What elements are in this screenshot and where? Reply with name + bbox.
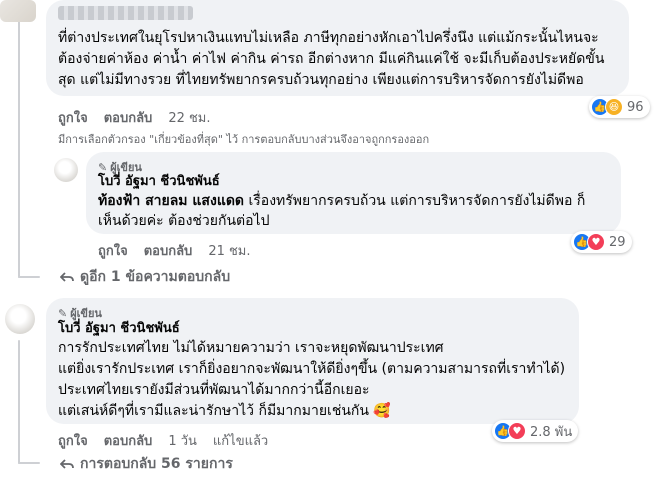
- comment-bubble: ที่ต่างประเทศในยุโรปหาเงินแทบไม่เหลือ ภา…: [46, 0, 629, 96]
- reply-button[interactable]: ตอบกลับ: [144, 240, 193, 261]
- smiling-face-with-hearts-emoji: 🥰: [373, 403, 391, 419]
- comment-text-line: แต่เสน่ห์ดีๆที่เรามีและน่ารักษาไว้ ก็มีม…: [58, 401, 391, 421]
- reply-text: เรื่องทรัพยากรครบถ้วน แต่การบริหารจัดการ…: [244, 193, 586, 209]
- thread-line: [18, 462, 40, 464]
- pencil-icon: ✎: [58, 306, 68, 320]
- view-all-replies-label: การตอบกลับ 56 รายการ: [80, 456, 233, 472]
- edited-label: แก้ไขแล้ว: [212, 434, 269, 449]
- reply-arrow-icon: [60, 459, 74, 469]
- view-all-replies-link[interactable]: การตอบกลับ 56 รายการ: [60, 453, 233, 475]
- like-button[interactable]: ถูกใจ: [58, 430, 88, 451]
- commenter-name-redacted[interactable]: [58, 6, 193, 20]
- heart-reaction-icon: ♥: [508, 422, 526, 440]
- timestamp[interactable]: 21 ชม.: [208, 240, 250, 261]
- reply-arrow-icon: [60, 272, 74, 282]
- reaction-summary[interactable]: 👍 ♥ 29: [571, 231, 632, 253]
- thread-line: [18, 340, 20, 464]
- comment-text-line: แต่ยิ่งเรารักประเทศ เราก็ยิ่งอยากจะพัฒนา…: [58, 361, 566, 377]
- reaction-summary[interactable]: 👍 😆 96: [589, 96, 650, 118]
- reply-bubble: ✎ ผู้เขียน โบวี่ อัฐมา ชีวนิชพันธ์ ท้องฟ…: [86, 152, 621, 234]
- reply-text-line: ท้องฟ้า สายลม แสงแดด เรื่องทรัพยากรครบถ้…: [98, 191, 585, 211]
- comment-bubble: ✎ ผู้เขียน โบวี่ อัฐมา ชีวนิชพันธ์ การรั…: [46, 298, 579, 424]
- avatar[interactable]: [0, 0, 36, 22]
- see-more-replies-link[interactable]: ดูอีก 1 ข้อความตอบกลับ: [60, 266, 230, 288]
- comment-author-name[interactable]: โบวี่ อัฐมา ชีวนิชพันธ์: [58, 319, 180, 339]
- timestamp[interactable]: 1 วัน: [168, 430, 197, 451]
- reaction-count: 96: [627, 99, 644, 115]
- reply-button[interactable]: ตอบกลับ: [104, 107, 153, 128]
- heart-reaction-icon: ♥: [587, 233, 605, 251]
- comment-actions: ถูกใจ ตอบกลับ 1 วัน แก้ไขแล้ว: [58, 430, 284, 451]
- reply-button[interactable]: ตอบกลับ: [104, 430, 153, 451]
- comment-text: แต่เสน่ห์ดีๆที่เรามีและน่ารักษาไว้ ก็มีม…: [58, 403, 369, 419]
- timestamp[interactable]: 22 ชม.: [168, 107, 210, 128]
- comment-text-line: ต้องจ่ายค่าห้อง ค่าน้ำ ค่าไฟ ค่ากิน ค่าร…: [58, 51, 605, 67]
- reaction-count: 2.8 พัน: [530, 424, 573, 440]
- thread-line: [18, 20, 20, 278]
- thread-line: [18, 276, 40, 278]
- avatar[interactable]: [5, 304, 35, 334]
- reaction-count: 29: [609, 234, 626, 250]
- filter-note: มีการเลือกตัวกรอง "เกี่ยวข้องที่สุด" ไว้…: [58, 133, 430, 146]
- reply-actions: ถูกใจ ตอบกลับ 21 ชม.: [98, 240, 267, 261]
- reply-author-name[interactable]: โบวี่ อัฐมา ชีวนิชพันธ์: [98, 172, 220, 192]
- comment-actions: ถูกใจ ตอบกลับ 22 ชม.: [58, 107, 227, 128]
- haha-reaction-icon: 😆: [605, 98, 623, 116]
- like-button[interactable]: ถูกใจ: [58, 107, 88, 128]
- reply-text-line: เห็นด้วยค่ะ ต้องช่วยกันต่อไป: [98, 213, 270, 229]
- see-more-replies-label: ดูอีก 1 ข้อความตอบกลับ: [80, 269, 231, 285]
- reaction-summary[interactable]: 👍 ♥ 2.8 พัน: [492, 420, 579, 442]
- comment-text-line: ประเทศไทยเรายังมีส่วนที่พัฒนาได้มากกว่าน…: [58, 382, 370, 398]
- avatar[interactable]: [54, 158, 78, 182]
- like-button[interactable]: ถูกใจ: [98, 240, 128, 261]
- comment-text-line: ที่ต่างประเทศในยุโรปหาเงินแทบไม่เหลือ ภา…: [58, 30, 599, 46]
- comment-text-line: การรักประเทศไทย ไม่ได้หมายความว่า เราจะห…: [58, 340, 444, 356]
- mention-link[interactable]: ท้องฟ้า สายลม แสงแดด: [98, 193, 244, 209]
- comment-text-line: สุด แต่ไม่มีทางรวย ที่ไทยทรัพยากรครบถ้วน…: [58, 72, 584, 88]
